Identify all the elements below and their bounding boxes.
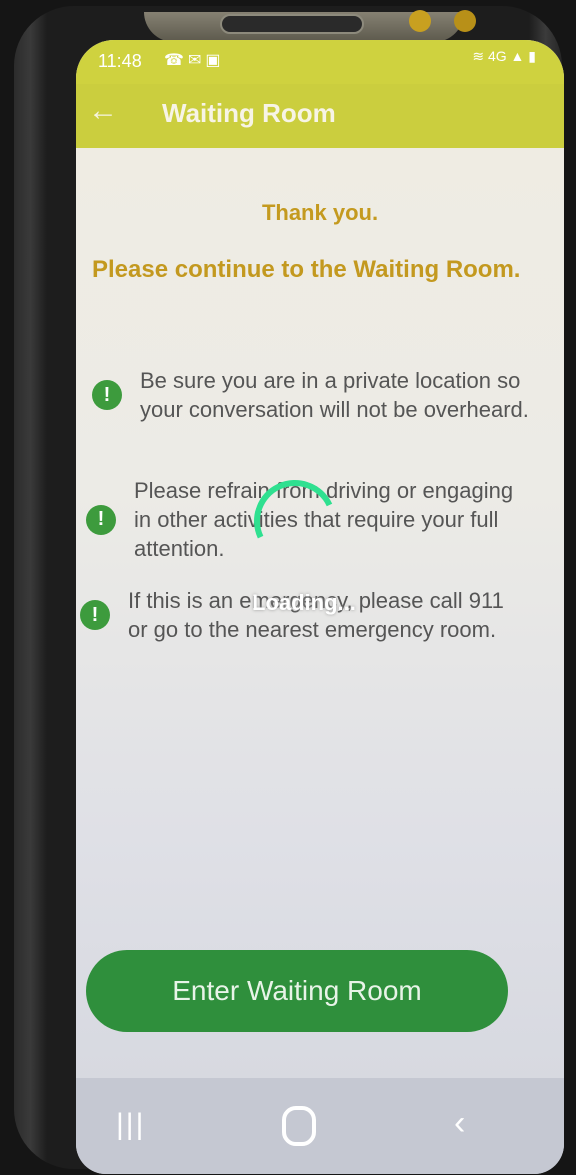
exclamation-icon: ! — [92, 380, 122, 410]
phone-frame: 11:48 ☎✉▣ ≋ 4G ▲ ▮ ← Waiting Room Thank … — [14, 6, 564, 1174]
sensor — [454, 10, 476, 32]
page-title: Waiting Room — [162, 98, 336, 128]
exclamation-icon: ! — [80, 600, 110, 630]
recent-apps-icon[interactable]: ||| — [116, 1108, 145, 1142]
thank-you-heading: Thank you. — [261, 200, 379, 225]
screen: 11:48 ☎✉▣ ≋ 4G ▲ ▮ ← Waiting Room Thank … — [76, 40, 564, 1174]
loading-label: Loading... — [252, 590, 356, 615]
back-arrow-icon[interactable]: ← — [88, 94, 118, 128]
continue-heading: Please continue to the Waiting Room. — [92, 256, 521, 283]
back-icon[interactable]: ‹ — [454, 1104, 465, 1143]
tip-text: Be sure you are in a private location so… — [140, 368, 529, 422]
notification-icons: ☎✉▣ — [164, 50, 224, 70]
signal-icon: ▲ — [510, 48, 525, 64]
home-icon[interactable] — [282, 1106, 316, 1146]
earpiece-speaker — [220, 14, 364, 34]
message-icon: ✉ — [187, 52, 206, 69]
status-bar: 11:48 ☎✉▣ ≋ 4G ▲ ▮ — [76, 40, 564, 84]
enter-waiting-room-button[interactable]: Enter Waiting Room — [86, 950, 508, 1032]
navigation-bar: ||| ‹ — [76, 1078, 564, 1174]
wifi-icon: ≋ — [472, 48, 485, 64]
system-status-icons: ≋ 4G ▲ ▮ — [472, 48, 536, 65]
status-time: 11:48 — [98, 51, 142, 71]
front-camera — [409, 10, 431, 32]
tip-item: ! Be sure you are in a private location … — [92, 366, 540, 424]
wifi-calling-icon: ☎ — [164, 52, 188, 69]
image-icon: ▣ — [205, 52, 225, 69]
app-bar: ← Waiting Room — [76, 84, 564, 148]
battery-icon: ▮ — [528, 48, 536, 64]
exclamation-icon: ! — [86, 504, 116, 535]
4g-icon: 4G — [487, 48, 507, 64]
